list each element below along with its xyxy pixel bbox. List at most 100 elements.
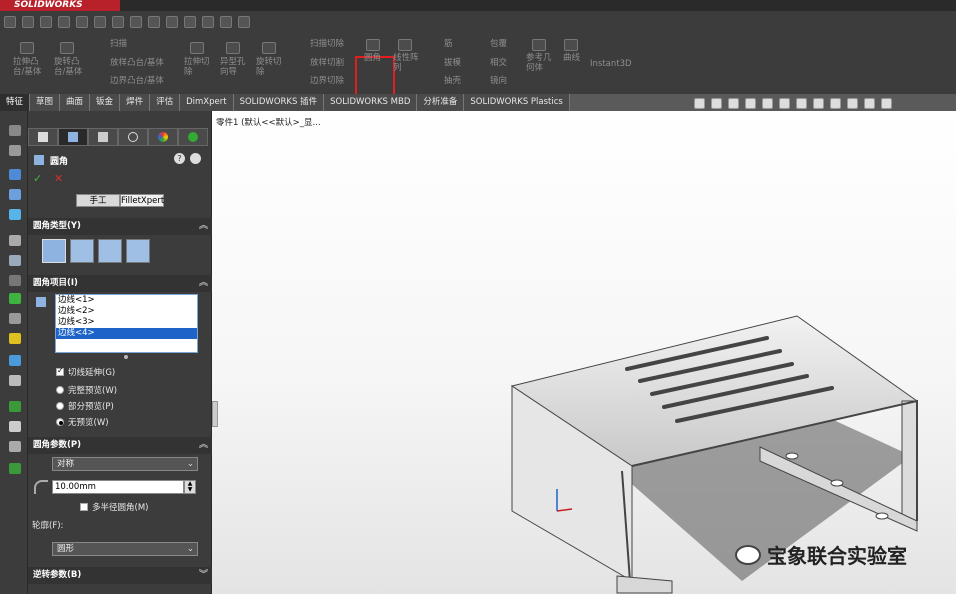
fillet-button[interactable]: 圆角 bbox=[364, 53, 381, 63]
sweep-button[interactable]: 扫描 bbox=[110, 39, 127, 49]
configurationmanager-tab[interactable] bbox=[88, 128, 118, 146]
feature-tree-root[interactable]: 零件1 (默认<<默认>_显... bbox=[216, 116, 321, 128]
collapse-chevron-icon[interactable]: ︽ bbox=[199, 275, 208, 292]
tab-analysis-prep[interactable]: 分析准备 bbox=[417, 94, 465, 111]
file-explorer-icon[interactable] bbox=[9, 275, 21, 286]
edges-listbox[interactable]: 边线<1> 边线<2> 边线<3> 边线<4> bbox=[55, 294, 198, 353]
resize-handle[interactable] bbox=[124, 355, 128, 359]
solidworks-logo[interactable]: SOLIDWORKS bbox=[0, 0, 120, 11]
view-settings-icon[interactable] bbox=[864, 97, 875, 109]
dimxpert-tab[interactable] bbox=[118, 128, 148, 146]
rib-small-icon[interactable] bbox=[166, 16, 178, 28]
partial-preview-radio[interactable] bbox=[56, 402, 64, 410]
reference-geometry-icon[interactable] bbox=[532, 39, 546, 51]
monitor-icon[interactable] bbox=[881, 97, 892, 109]
profile-select[interactable]: 圆形 ⌄ bbox=[52, 542, 198, 556]
custom-properties-icon[interactable] bbox=[9, 313, 21, 324]
cam-tab[interactable] bbox=[178, 128, 208, 146]
revolve-boss-icon[interactable] bbox=[60, 42, 74, 54]
sketch-icon[interactable] bbox=[4, 16, 16, 28]
ok-check-icon[interactable]: ✓ bbox=[33, 172, 42, 185]
cancel-x-icon[interactable]: ✕ bbox=[54, 172, 63, 185]
swept-cut-button[interactable]: 扫描切除 bbox=[310, 39, 344, 49]
help-icon[interactable]: ? bbox=[174, 153, 185, 164]
hole-small-icon[interactable] bbox=[202, 16, 214, 28]
constant-radius-fillet-icon[interactable] bbox=[42, 239, 66, 263]
fillet-items-section[interactable]: 圆角项目(I) ︽ bbox=[28, 275, 212, 292]
wrap-button[interactable]: 包覆 bbox=[490, 39, 507, 49]
face-fillet-icon[interactable] bbox=[98, 239, 122, 263]
list-item[interactable]: 边线<3> bbox=[56, 317, 197, 328]
radius-spinner[interactable]: ▲ ▼ bbox=[184, 480, 196, 494]
document-icon[interactable] bbox=[9, 441, 21, 452]
extrude-cut-icon[interactable] bbox=[190, 42, 204, 54]
extrude-cut-label[interactable]: 拉伸切 除 bbox=[184, 57, 210, 77]
reverse-params-section[interactable]: 逆转参数(B) ︾ bbox=[28, 567, 212, 584]
tab-evaluate[interactable]: 评估 bbox=[150, 94, 181, 111]
multi-radius-option[interactable]: 多半径圆角(M) bbox=[80, 501, 148, 513]
graphics-area[interactable] bbox=[212, 111, 956, 594]
fillet-type-section[interactable]: 圆角类型(Y) ︽ bbox=[28, 218, 212, 235]
collapse-chevron-icon[interactable]: ︽ bbox=[199, 437, 208, 454]
tab-sketch[interactable]: 草图 bbox=[30, 94, 61, 111]
cut-icon[interactable] bbox=[76, 16, 88, 28]
plane-icon[interactable] bbox=[220, 16, 232, 28]
tangent-checkbox[interactable] bbox=[56, 366, 64, 376]
fillet-small-icon[interactable] bbox=[94, 16, 106, 28]
detailed-preview-icon[interactable] bbox=[190, 153, 201, 164]
spreadsheet-icon[interactable] bbox=[9, 401, 21, 412]
manual-tab[interactable]: 手工 bbox=[76, 194, 120, 207]
panel-splitter-handle[interactable] bbox=[212, 401, 218, 427]
mirror-button[interactable]: 镜向 bbox=[490, 76, 507, 86]
hole-wizard-label[interactable]: 异型孔 向导 bbox=[220, 57, 246, 77]
shell-button[interactable]: 抽壳 bbox=[444, 76, 461, 86]
radius-input[interactable]: 10.00mm bbox=[52, 480, 184, 494]
excel-icon[interactable] bbox=[9, 463, 21, 474]
linear-pattern-button[interactable]: 线性阵 列 bbox=[393, 53, 419, 73]
zoom-area-icon[interactable] bbox=[711, 97, 722, 109]
chamfer-icon[interactable] bbox=[112, 16, 124, 28]
loft-boss-button[interactable]: 放样凸台/基体 bbox=[110, 58, 164, 68]
list-item-selected[interactable]: 边线<4> bbox=[56, 328, 197, 339]
pattern-icon[interactable] bbox=[130, 16, 142, 28]
extrude-icon[interactable] bbox=[40, 16, 52, 28]
view-orientation-icon[interactable] bbox=[779, 97, 790, 109]
axis-icon[interactable] bbox=[9, 145, 21, 156]
curves-icon[interactable] bbox=[564, 39, 578, 51]
shell-small-icon[interactable] bbox=[184, 16, 196, 28]
design-library-icon[interactable] bbox=[9, 255, 21, 266]
tangent-propagation-option[interactable]: 切线延伸(G) bbox=[56, 366, 115, 378]
edit-appearance-icon[interactable] bbox=[830, 97, 841, 109]
appearances-icon[interactable] bbox=[9, 293, 21, 304]
full-preview-radio[interactable] bbox=[56, 386, 64, 394]
mirror-small-icon[interactable] bbox=[148, 16, 160, 28]
display-icon[interactable] bbox=[9, 169, 21, 180]
list-item[interactable]: 边线<2> bbox=[56, 306, 197, 317]
previous-view-icon[interactable] bbox=[728, 97, 739, 109]
collapse-chevron-icon[interactable]: ︽ bbox=[199, 218, 208, 235]
settings-icon[interactable] bbox=[9, 235, 21, 246]
dynamic-annotation-icon[interactable] bbox=[762, 97, 773, 109]
multi-radius-checkbox[interactable] bbox=[80, 503, 88, 511]
linear-pattern-icon[interactable] bbox=[398, 39, 412, 51]
intersect-button[interactable]: 相交 bbox=[490, 58, 507, 68]
curves-button[interactable]: 曲线 bbox=[563, 53, 580, 63]
printer-icon[interactable] bbox=[9, 375, 21, 386]
extrude-boss-label[interactable]: 拉伸凸 台/基体 bbox=[13, 57, 41, 77]
apply-scene-icon[interactable] bbox=[847, 97, 858, 109]
list-item[interactable]: 边线<1> bbox=[56, 295, 197, 306]
print-icon[interactable] bbox=[9, 421, 21, 432]
toolbox-icon[interactable] bbox=[9, 333, 21, 344]
hierarchy-icon[interactable] bbox=[9, 189, 21, 200]
tab-mbd[interactable]: SOLIDWORKS MBD bbox=[324, 94, 418, 111]
variable-radius-fillet-icon[interactable] bbox=[70, 239, 94, 263]
boundary-cut-button[interactable]: 边界切除 bbox=[310, 76, 344, 86]
hide-show-icon[interactable] bbox=[813, 97, 824, 109]
display-style-icon[interactable] bbox=[796, 97, 807, 109]
extrude-boss-icon[interactable] bbox=[20, 42, 34, 54]
full-preview-option[interactable]: 完整预览(W) bbox=[56, 384, 117, 396]
rib-button[interactable]: 筋 bbox=[444, 39, 453, 49]
tab-plastics[interactable]: SOLIDWORKS Plastics bbox=[464, 94, 570, 111]
expand-chevron-icon[interactable]: ︾ bbox=[199, 567, 208, 584]
display-manager-tab[interactable] bbox=[148, 128, 178, 146]
